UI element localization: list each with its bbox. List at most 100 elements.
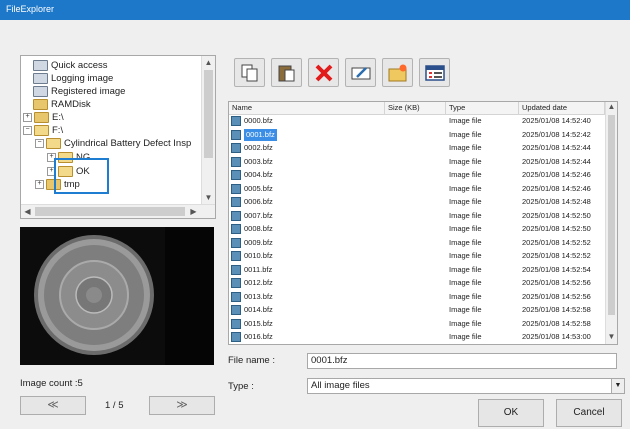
table-row[interactable]: 0013.bfz Image file 2025/01/08 14:52:56 [229, 291, 605, 303]
expand-icon[interactable]: + [35, 179, 44, 189]
folder-tree[interactable]: Quick access Logging image Registered im… [20, 55, 216, 219]
tree-item-quick-access[interactable]: Quick access [33, 59, 108, 72]
scroll-left-icon[interactable]: ◀ [21, 205, 34, 218]
file-date-cell: 2025/01/08 14:52:46 [522, 183, 591, 193]
table-row[interactable]: 0010.bfz Image file 2025/01/08 14:52:52 [229, 250, 605, 262]
file-type-cell: Image file [449, 129, 482, 139]
file-type-cell: Image file [449, 332, 482, 341]
previous-image-button[interactable]: ≪ [20, 396, 86, 415]
folder-open-icon [46, 137, 61, 149]
title-bar: FileExplorer [0, 0, 630, 20]
image-file-icon [231, 183, 241, 194]
collapse-icon[interactable]: − [23, 125, 32, 135]
image-file-icon [231, 318, 241, 329]
table-row[interactable]: 0016.bfz Image file 2025/01/08 14:53:00 [229, 331, 605, 343]
image-file-icon [231, 224, 241, 234]
file-name-input[interactable]: 0001.bfz [307, 353, 617, 369]
column-header-date[interactable]: Updated date [519, 102, 605, 114]
image-file-icon [231, 170, 241, 180]
table-row[interactable]: 0015.bfz Image file 2025/01/08 14:52:58 [229, 318, 605, 330]
copy-button[interactable] [234, 58, 265, 87]
tree-item-battery-inspection[interactable]: − Cylindrical Battery Defect Insp [35, 137, 191, 150]
table-row[interactable]: 0014.bfz Image file 2025/01/08 14:52:58 [229, 304, 605, 316]
rename-button[interactable] [345, 58, 376, 87]
tree-item-registered-image[interactable]: Registered image [33, 85, 125, 98]
table-row[interactable]: 0009.bfz Image file 2025/01/08 14:52:52 [229, 237, 605, 249]
table-row[interactable]: 0007.bfz Image file 2025/01/08 14:52:50 [229, 210, 605, 222]
image-preview [20, 227, 214, 365]
table-row[interactable]: 0008.bfz Image file 2025/01/08 14:52:50 [229, 223, 605, 235]
file-type-cell: Image file [449, 278, 482, 287]
file-type-cell: Image file [449, 251, 482, 260]
file-name-cell: 0001.bfz [244, 128, 277, 141]
file-date-cell: 2025/01/08 14:52:50 [522, 210, 591, 220]
image-file-icon [231, 143, 241, 153]
file-type-cell: Image file [449, 210, 482, 220]
file-name-cell: 0012.bfz [244, 278, 273, 287]
folder-icon [33, 98, 48, 110]
image-file-icon [231, 278, 241, 288]
new-folder-button[interactable] [382, 58, 413, 87]
scroll-up-icon[interactable]: ▲ [202, 56, 215, 69]
file-date-cell: 2025/01/08 14:53:00 [522, 332, 591, 341]
scroll-right-icon[interactable]: ▶ [187, 205, 200, 218]
quick-access-icon [33, 59, 48, 71]
folder-open-icon [34, 124, 49, 136]
table-row[interactable]: 0006.bfz Image file 2025/01/08 14:52:48 [229, 196, 605, 208]
scroll-thumb[interactable] [35, 207, 185, 216]
view-icon [425, 65, 445, 81]
tree-item-logging-image[interactable]: Logging image [33, 72, 113, 85]
column-header-type[interactable]: Type [446, 102, 519, 114]
tree-item-ramdisk[interactable]: RAMDisk [33, 98, 91, 111]
image-file-icon [231, 332, 241, 342]
scroll-up-icon[interactable]: ▲ [606, 102, 617, 111]
file-type-cell: Image file [449, 143, 482, 152]
file-date-cell: 2025/01/08 14:52:42 [522, 129, 591, 139]
table-row[interactable]: 0000.bfz Image file 2025/01/08 14:52:40 [229, 115, 605, 127]
tree-vertical-scrollbar[interactable]: ▲ ▼ [201, 56, 215, 204]
file-name-cell: 0007.bfz [244, 210, 273, 220]
tree-horizontal-scrollbar[interactable]: ◀ ▶ [21, 204, 215, 218]
file-name-cell: 0010.bfz [244, 251, 273, 260]
scroll-thumb[interactable] [204, 70, 213, 158]
file-date-cell: 2025/01/08 14:52:56 [522, 291, 591, 301]
view-button[interactable] [419, 58, 450, 87]
chevron-down-icon[interactable]: ▼ [611, 379, 624, 393]
registered-image-icon [33, 85, 48, 97]
ok-button[interactable]: OK [478, 399, 544, 427]
image-file-icon [231, 237, 241, 248]
file-type-cell: Image file [449, 291, 482, 301]
file-type-cell: Image file [449, 197, 482, 206]
scroll-thumb[interactable] [608, 115, 615, 315]
file-name-cell: 0009.bfz [244, 237, 273, 247]
tree-item-f-drive[interactable]: − F:\ [23, 124, 63, 137]
table-row[interactable]: 0004.bfz Image file 2025/01/08 14:52:46 [229, 169, 605, 181]
cancel-button[interactable]: Cancel [556, 399, 622, 427]
tree-item-e-drive[interactable]: + E:\ [23, 111, 64, 124]
file-name-cell: 0014.bfz [244, 305, 273, 314]
file-type-label: Type : [228, 381, 254, 392]
table-row[interactable]: 0005.bfz Image file 2025/01/08 14:52:46 [229, 183, 605, 195]
column-header-name[interactable]: Name [229, 102, 385, 114]
next-image-button[interactable]: ≫ [149, 396, 215, 415]
list-vertical-scrollbar[interactable]: ▲ ▼ [605, 102, 617, 344]
delete-icon [315, 64, 333, 82]
image-file-icon [231, 291, 241, 302]
file-date-cell: 2025/01/08 14:52:54 [522, 264, 591, 274]
table-row[interactable]: 0011.bfz Image file 2025/01/08 14:52:54 [229, 264, 605, 276]
collapse-icon[interactable]: − [35, 138, 44, 148]
scroll-down-icon[interactable]: ▼ [202, 191, 215, 204]
table-row[interactable]: 0003.bfz Image file 2025/01/08 14:52:44 [229, 156, 605, 168]
file-list[interactable]: Name Size (KB) Type Updated date 0000.bf… [228, 101, 618, 345]
scroll-down-icon[interactable]: ▼ [606, 332, 617, 341]
column-header-size[interactable]: Size (KB) [385, 102, 446, 114]
paste-button[interactable] [271, 58, 302, 87]
expand-icon[interactable]: + [23, 112, 32, 122]
table-row[interactable]: 0001.bfz Image file 2025/01/08 14:52:42 [229, 128, 605, 141]
table-row[interactable]: 0012.bfz Image file 2025/01/08 14:52:56 [229, 277, 605, 289]
table-row[interactable]: 0002.bfz Image file 2025/01/08 14:52:44 [229, 142, 605, 154]
file-type-select[interactable]: All image files ▼ [307, 378, 625, 394]
delete-button[interactable] [308, 58, 339, 87]
file-type-cell: Image file [449, 264, 482, 274]
file-name-cell: 0003.bfz [244, 156, 273, 166]
